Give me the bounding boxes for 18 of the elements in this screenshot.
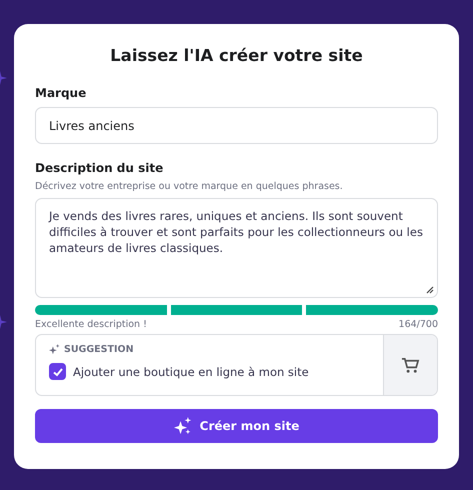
sparkle-icon xyxy=(174,417,192,435)
input-field[interactable]: Livres anciens xyxy=(35,107,438,144)
text-area[interactable]: Je vends des livres rares, uniques et anciens. Ils sont souvent difficiles à trouver et sont parfaits pour les collectionneurs ou les amateurs de livres classiques. xyxy=(35,198,438,298)
suggestion-heading: SUGGESTION xyxy=(64,344,134,355)
cart-icon xyxy=(401,356,420,374)
sparkle-icon xyxy=(49,344,60,355)
resize-handle-icon[interactable] xyxy=(426,286,434,294)
check-icon xyxy=(52,366,64,378)
checkbox-label: Ajouter une boutique en ligne à mon site xyxy=(73,364,309,378)
create-site-button[interactable]: Créer mon site xyxy=(35,409,438,443)
strength-text: Excellente description ! xyxy=(35,319,147,330)
field-label: Description du site xyxy=(35,161,164,175)
checkbox[interactable] xyxy=(49,363,66,380)
field-label: Marque xyxy=(35,86,88,100)
character-count: 164/700 xyxy=(398,319,438,330)
field-hint: Décrivez votre entreprise ou votre marque en quelques phrases. xyxy=(35,181,344,192)
text-area-value: Je vends des livres rares, uniques et anciens. Ils sont souvent difficiles à trouver et sont parfaits pour les collectionneurs ou les amateurs de livres classiques. xyxy=(49,209,423,255)
dialog-title: Laissez l'IA créer votre site xyxy=(109,46,364,65)
